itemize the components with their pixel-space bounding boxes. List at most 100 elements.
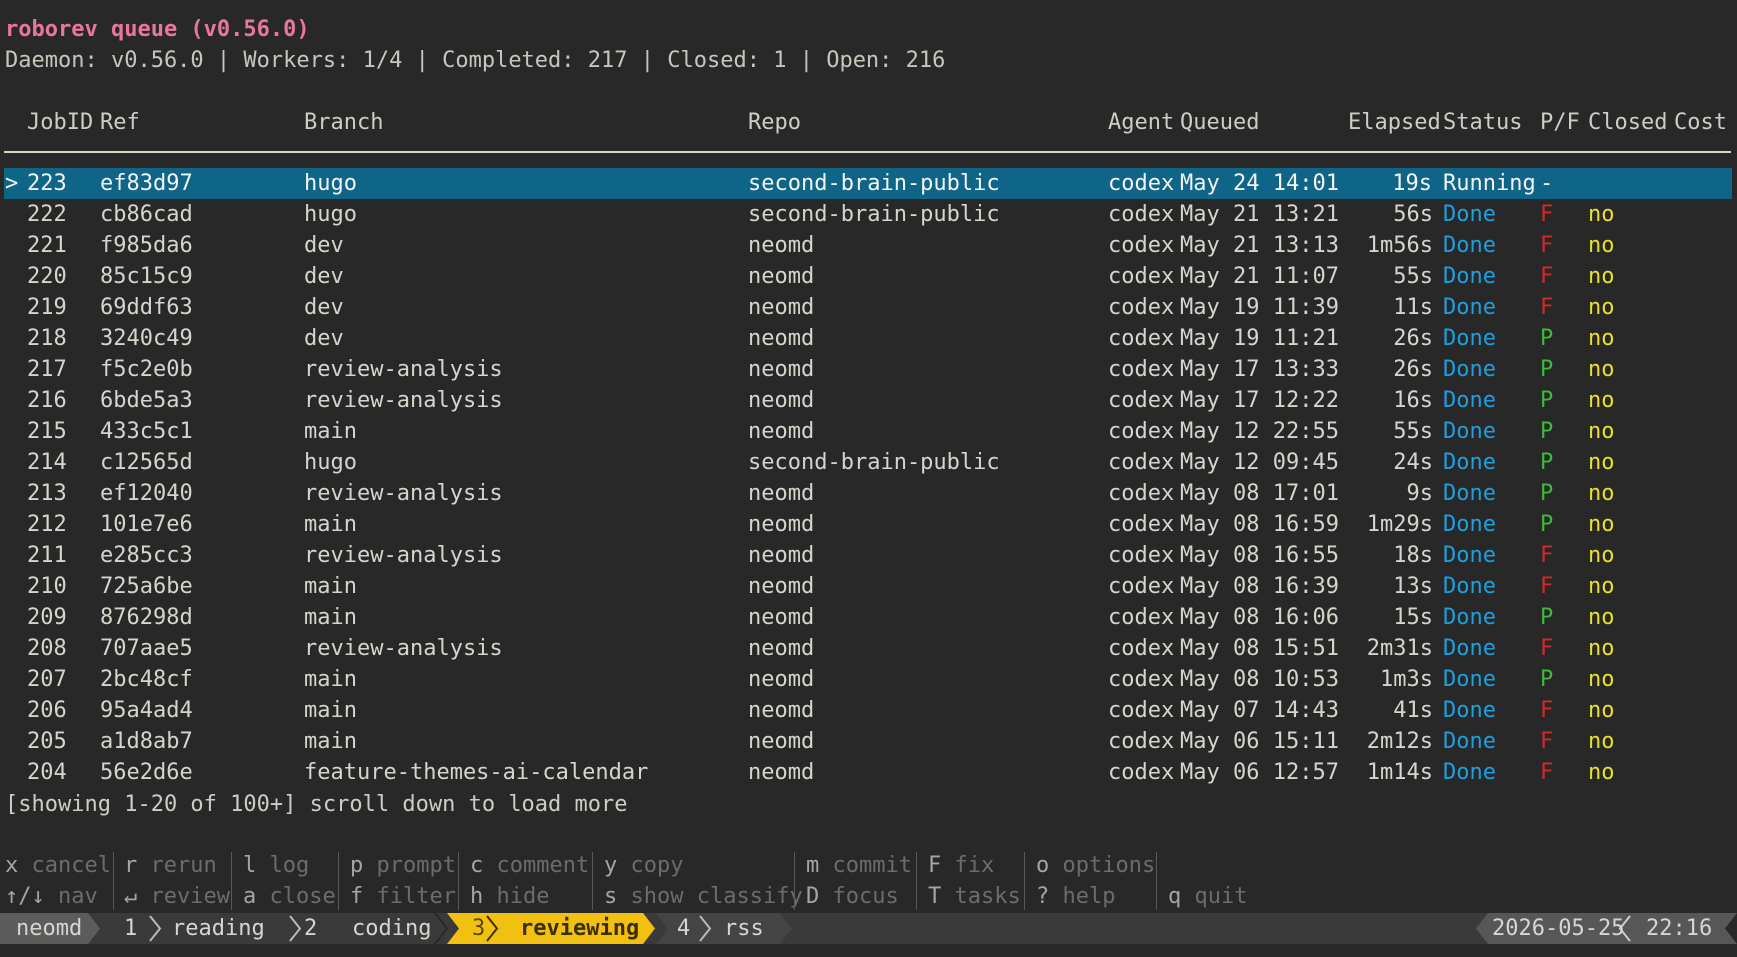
table-row[interactable]: 219 69ddf63 dev neomd codex May 19 11:39 11s Do… [0, 292, 1737, 323]
table-row[interactable]: 206 95a4ad4 main neomd codex May 07 14:43 41s D… [0, 695, 1737, 726]
cell-jobid: 217 [27, 357, 67, 382]
tab-reviewing[interactable]: reviewing [520, 913, 639, 944]
cell-status: Done [1443, 326, 1496, 351]
tab-coding[interactable]: coding [352, 913, 431, 944]
table-row[interactable]: 221 f985da6 dev neomd codex May 21 13:13 1m56s… [0, 230, 1737, 261]
table-row[interactable]: 207 2bc48cf main neomd codex May 08 10:53 1m3s… [0, 664, 1737, 695]
col-closed[interactable]: Closed [1588, 107, 1667, 138]
cell-jobid: 208 [27, 636, 67, 661]
hint-desc: commit [832, 853, 912, 878]
cell-queued: May 08 16:06 [1180, 605, 1339, 630]
table-row[interactable]: 214 c12565d hugo second-brain-public codex Ma… [0, 447, 1737, 478]
cell-ref: c12565d [100, 450, 193, 475]
cell-branch: dev [304, 295, 344, 320]
hint-comment: c comment [470, 850, 589, 881]
table-row[interactable]: 204 56e2d6e feature-themes-ai-calendar neom… [0, 757, 1737, 788]
cell-pf: P [1540, 326, 1554, 351]
table-row[interactable]: 213 ef12040 review-analysis neomd codex May 0… [0, 478, 1737, 509]
cell-status: Done [1443, 543, 1496, 568]
table-row[interactable]: 218 3240c49 dev neomd codex May 19 11:21 26s Do… [0, 323, 1737, 354]
hint-separator [794, 852, 795, 910]
cell-repo: neomd [748, 605, 815, 630]
cell-jobid: 218 [27, 326, 67, 351]
cell-jobid: 221 [27, 233, 67, 258]
cell-agent: codex [1108, 264, 1175, 289]
hint-desc: review [150, 884, 230, 909]
table-row[interactable]: 222 cb86cad hugo second-brain-public codex Ma… [0, 199, 1737, 230]
hint-separator [231, 852, 232, 910]
cell-pf: P [1540, 605, 1554, 630]
cell-jobid: 222 [27, 202, 67, 227]
cell-pf: F [1540, 698, 1554, 723]
table-row[interactable]: 220 85c15c9 dev neomd codex May 21 11:07 55s Do… [0, 261, 1737, 292]
col-pf[interactable]: P/F [1540, 107, 1580, 138]
table-row[interactable]: >223 ef83d97 hugo second-brain-public codex M… [4, 168, 1732, 199]
cell-elapsed: 15s [1393, 605, 1433, 630]
cell-repo: neomd [748, 667, 815, 692]
hint-desc: prompt [376, 853, 456, 878]
table-row[interactable]: 215 433c5c1 main neomd codex May 12 22:55 55s D… [0, 416, 1737, 447]
tab-rss[interactable]: rss [724, 913, 764, 944]
tab-reading[interactable]: reading [172, 913, 265, 944]
hint-desc: quit [1194, 884, 1248, 909]
hint-key: l [243, 853, 257, 878]
hint-tasks: T tasks [928, 881, 1021, 912]
hint-key: s [604, 884, 618, 909]
cell-ref: 433c5c1 [100, 419, 193, 444]
cell-queued: May 07 14:43 [1180, 698, 1339, 723]
tab-1-index[interactable]: 1 [124, 913, 137, 944]
hint-focus: D focus [806, 881, 899, 912]
col-status[interactable]: Status [1443, 107, 1522, 138]
cell-queued: May 21 13:13 [1180, 233, 1339, 258]
cell-queued: May 24 14:01 [1180, 171, 1339, 196]
cell-branch: hugo [304, 171, 357, 196]
cell-status: Running [1443, 171, 1536, 196]
col-ref[interactable]: Ref [100, 107, 140, 138]
table-row[interactable]: 205 a1d8ab7 main neomd codex May 06 15:11 2m12… [0, 726, 1737, 757]
cell-ref: 69ddf63 [100, 295, 193, 320]
hint-key: F [928, 853, 942, 878]
tab-3-index[interactable]: 3 [472, 913, 485, 944]
cell-agent: codex [1108, 233, 1175, 258]
cell-jobid: 211 [27, 543, 67, 568]
col-queued[interactable]: Queued [1180, 107, 1259, 138]
cell-agent: codex [1108, 357, 1175, 382]
col-jobid[interactable]: JobID [27, 107, 93, 138]
cell-closed: no [1588, 605, 1615, 630]
cell-branch: hugo [304, 202, 357, 227]
cell-branch: review-analysis [304, 481, 503, 506]
cell-branch: main [304, 605, 357, 630]
tab-2-index[interactable]: 2 [304, 913, 317, 944]
cell-pf: F [1540, 264, 1554, 289]
table-row[interactable]: 211 e285cc3 review-analysis neomd codex May 0… [0, 540, 1737, 571]
col-repo[interactable]: Repo [748, 107, 801, 138]
session-name: neomd [16, 916, 83, 941]
table-row[interactable]: 217 f5c2e0b review-analysis neomd codex May 1… [0, 354, 1737, 385]
cell-queued: May 08 16:59 [1180, 512, 1339, 537]
tab-4-index[interactable]: 4 [677, 913, 690, 944]
table-row[interactable]: 208 707aae5 review-analysis neomd codex May 0… [0, 633, 1737, 664]
table-row[interactable]: 209 876298d main neomd codex May 08 16:06 15s D… [0, 602, 1737, 633]
table-row[interactable]: 212 101e7e6 main neomd codex May 08 16:59 1m29… [0, 509, 1737, 540]
cell-elapsed: 16s [1393, 388, 1433, 413]
table-row[interactable]: 210 725a6be main neomd codex May 08 16:39 13s D… [0, 571, 1737, 602]
hint-key: ↵ [124, 884, 138, 909]
cell-jobid: 220 [27, 264, 67, 289]
cell-agent: codex [1108, 512, 1175, 537]
col-branch[interactable]: Branch [304, 107, 383, 138]
cell-repo: neomd [748, 543, 815, 568]
cell-status: Done [1443, 202, 1496, 227]
col-agent[interactable]: Agent [1108, 107, 1174, 138]
table-header: JobID Ref Branch Repo Agent Queued Elaps… [0, 107, 1737, 138]
col-elapsed[interactable]: Elapsed [1348, 107, 1441, 138]
cell-ref: f5c2e0b [100, 357, 193, 382]
col-cost[interactable]: Cost [1674, 107, 1727, 138]
cell-elapsed: 19s [1392, 171, 1432, 196]
table-row[interactable]: 216 6bde5a3 review-analysis neomd codex May 1… [0, 385, 1737, 416]
cell-repo: neomd [748, 295, 815, 320]
cell-agent: codex [1108, 171, 1175, 196]
cell-elapsed: 18s [1393, 543, 1433, 568]
hint-desc: copy [630, 853, 684, 878]
cell-branch: dev [304, 264, 344, 289]
cell-repo: second-brain-public [748, 171, 1000, 196]
